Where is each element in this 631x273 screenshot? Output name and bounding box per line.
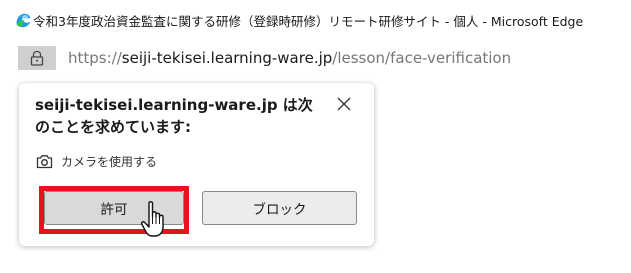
address-bar[interactable]: https://seiji-tekisei.learning-ware.jp/l… xyxy=(0,42,631,74)
window-title: 令和3年度政治資金監査に関する研修（登録時研修）リモート研修サイト - 個人 -… xyxy=(33,14,584,29)
site-info-button[interactable] xyxy=(18,46,56,70)
hand-pointer-icon xyxy=(140,201,164,237)
edge-logo-icon xyxy=(16,13,31,28)
url-host: seiji-tekisei.learning-ware.jp xyxy=(121,49,333,67)
url-prefix: https:// xyxy=(68,49,122,67)
url-text[interactable]: https://seiji-tekisei.learning-ware.jp/l… xyxy=(68,49,511,67)
window-titlebar: 令和3年度政治資金監査に関する研修（登録時研修）リモート研修サイト - 個人 -… xyxy=(0,0,631,40)
permission-label: カメラを使用する xyxy=(61,154,158,169)
close-button[interactable] xyxy=(331,91,357,117)
lock-icon xyxy=(30,50,44,66)
camera-icon xyxy=(36,154,53,168)
close-icon xyxy=(337,97,351,111)
block-button[interactable]: ブロック xyxy=(202,191,357,225)
permission-item-camera: カメラを使用する xyxy=(36,151,157,171)
popup-title: seiji-tekisei.learning-ware.jp は次のことを求めて… xyxy=(35,96,313,136)
url-path: /lesson/face-verification xyxy=(332,49,512,67)
permission-popup: seiji-tekisei.learning-ware.jp は次のことを求めて… xyxy=(19,83,374,246)
